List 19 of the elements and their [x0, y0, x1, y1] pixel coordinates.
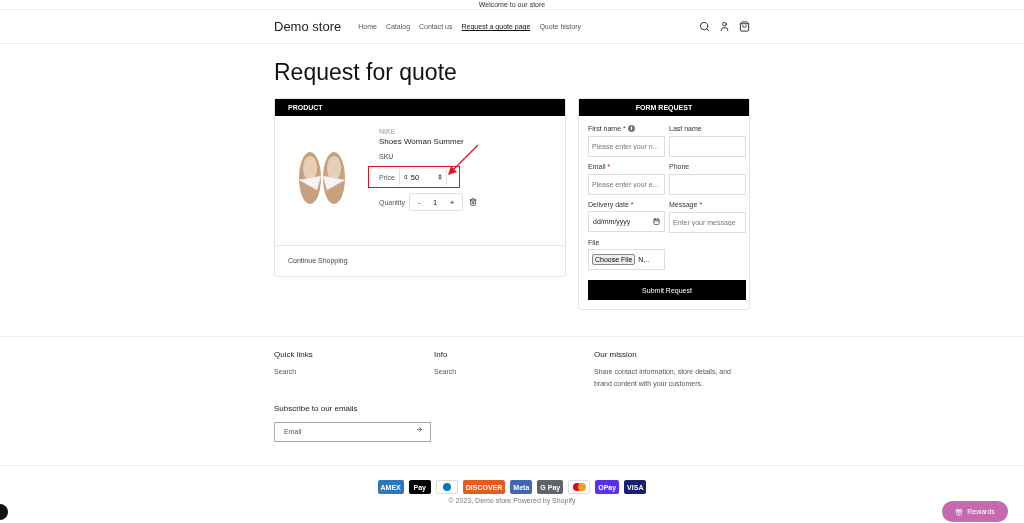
calendar-icon[interactable] [653, 218, 660, 225]
input-field[interactable] [669, 174, 746, 195]
cart-icon[interactable] [739, 21, 750, 32]
footer-heading: Our mission [594, 350, 638, 359]
product-name: Shoes Woman Summer [379, 137, 465, 146]
decrease-button[interactable]: - [414, 197, 424, 207]
trash-icon[interactable] [469, 198, 478, 206]
subscribe-heading: Subscribe to our emails [274, 404, 359, 413]
gift-icon [955, 507, 964, 516]
page-title: Request for quote [274, 58, 458, 86]
increase-button[interactable]: + [446, 197, 458, 207]
footer-heading: Info [434, 350, 449, 359]
arrow-right-icon[interactable] [416, 426, 423, 433]
search-icon[interactable] [699, 21, 710, 32]
account-icon[interactable] [719, 21, 730, 32]
spinner-icon[interactable] [437, 174, 442, 180]
footer-heading: Quick links [274, 350, 314, 359]
store-logo[interactable]: Demo store [274, 19, 342, 34]
input-field[interactable] [669, 136, 746, 157]
